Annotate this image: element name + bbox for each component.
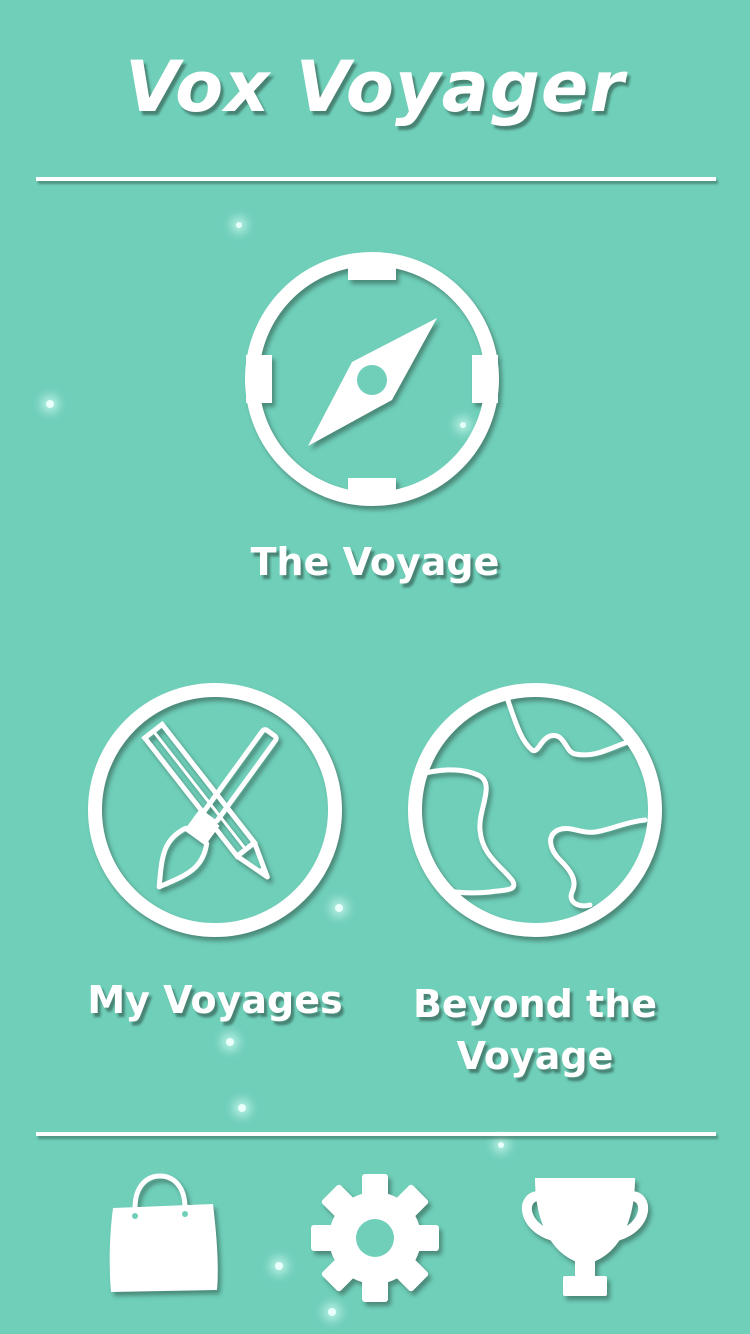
my-voyages-label: My Voyages [87,978,343,1022]
beyond-the-voyage-button[interactable]: Beyond the Voyage [400,680,670,1080]
pencil-brush-icon [88,683,342,937]
trophy-icon [521,1178,649,1296]
globe-icon [408,683,662,937]
settings-button[interactable] [305,1168,445,1308]
sparkle-decoration [236,222,242,228]
app-title: Vox Voyager [125,46,625,128]
my-voyages-button[interactable]: My Voyages [80,680,350,1040]
sparkle-decoration [238,1104,246,1112]
the-voyage-button[interactable]: The Voyage [240,250,510,590]
achievements-button[interactable] [515,1168,655,1308]
shopping-bag-icon [109,1173,218,1292]
sparkle-decoration [498,1142,504,1148]
sparkle-decoration [275,1262,283,1270]
sparkle-decoration [46,400,54,408]
gear-icon [311,1174,439,1302]
sparkle-decoration [328,1308,336,1316]
beyond-the-voyage-label: Beyond the Voyage [412,982,658,1078]
bottom-divider [36,1132,716,1136]
top-divider [36,177,716,181]
shop-button[interactable] [95,1168,235,1308]
the-voyage-label: The Voyage [250,540,500,584]
compass-icon [245,252,499,506]
